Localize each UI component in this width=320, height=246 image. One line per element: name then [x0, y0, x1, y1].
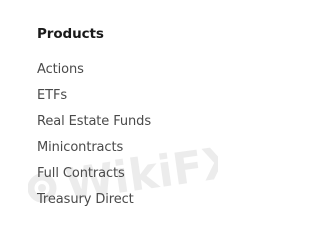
menu-item-etfs[interactable]: ETFs [37, 83, 151, 109]
menu-item-full-contracts[interactable]: Full Contracts [37, 161, 151, 187]
products-list: Actions ETFs Real Estate Funds Minicontr… [37, 57, 151, 213]
products-menu: Products Actions ETFs Real Estate Funds … [37, 26, 151, 213]
menu-item-real-estate-funds[interactable]: Real Estate Funds [37, 109, 151, 135]
menu-item-treasury-direct[interactable]: Treasury Direct [37, 187, 151, 213]
menu-item-minicontracts[interactable]: Minicontracts [37, 135, 151, 161]
menu-item-actions[interactable]: Actions [37, 57, 151, 83]
products-heading: Products [37, 26, 104, 42]
